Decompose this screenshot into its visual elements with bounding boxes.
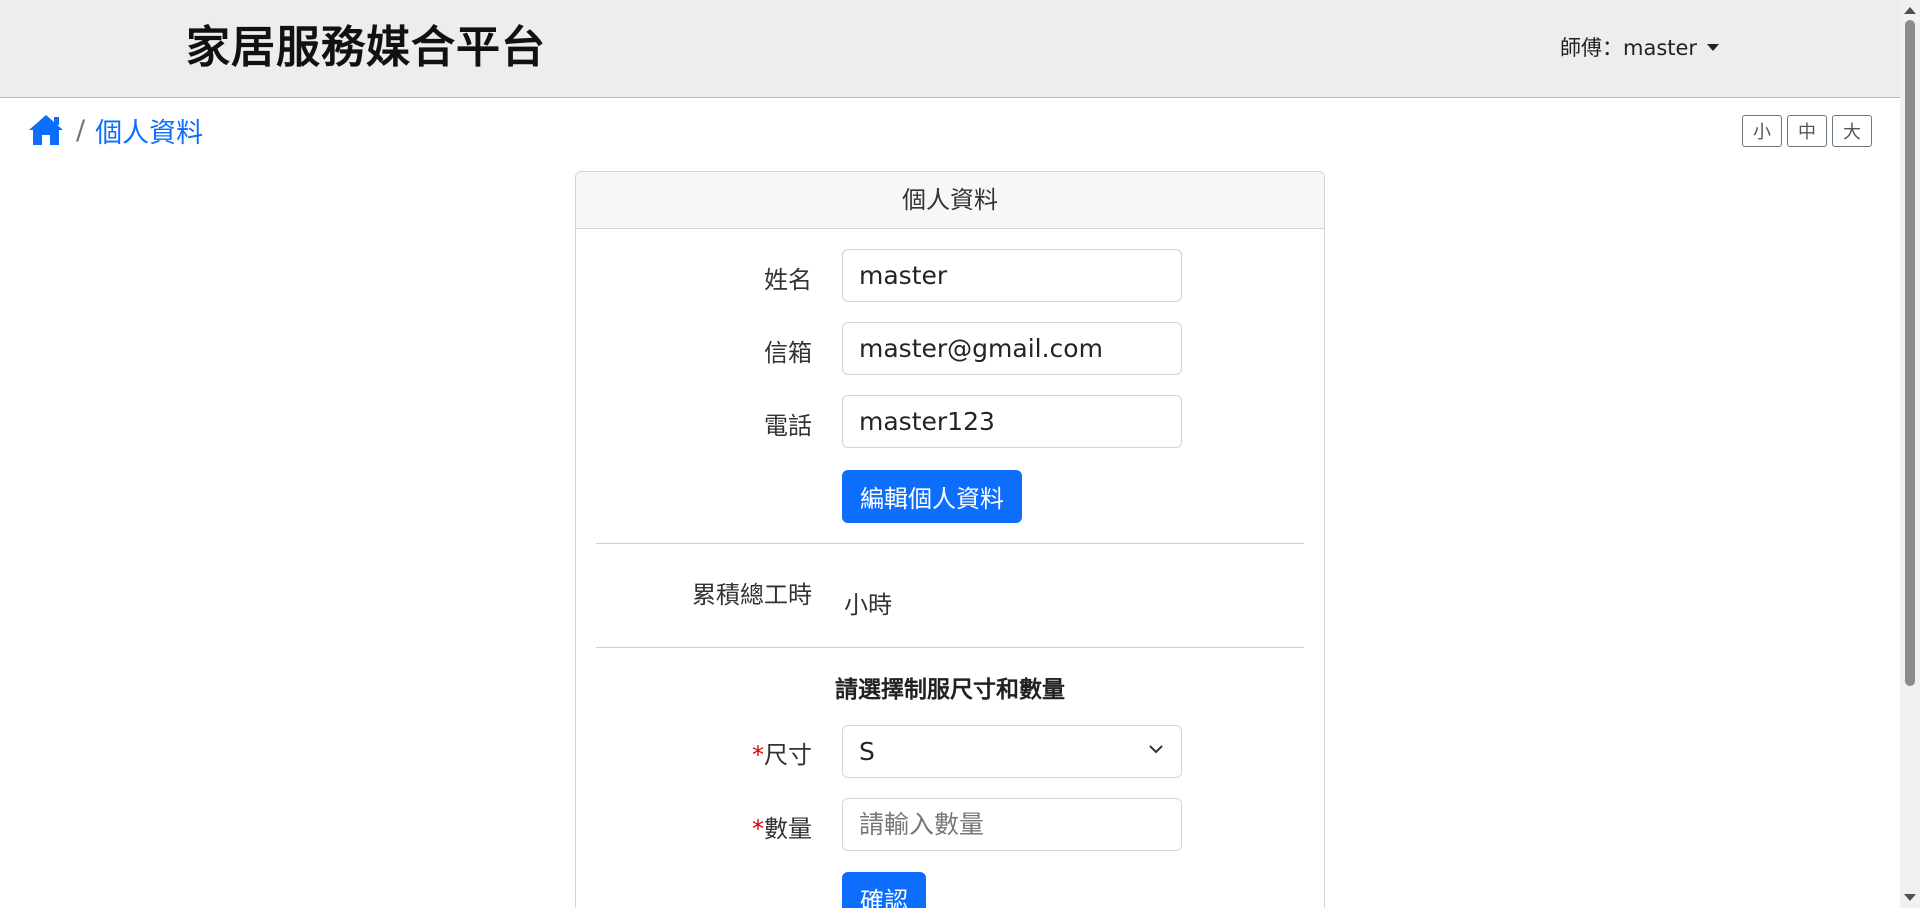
required-mark: * (752, 815, 764, 843)
user-dropdown[interactable]: 師傅：master (1560, 34, 1720, 62)
size-label-text: 尺寸 (764, 741, 812, 769)
email-field[interactable] (842, 322, 1182, 375)
scroll-down-icon[interactable] (1904, 894, 1916, 901)
home-icon[interactable] (28, 114, 64, 146)
uniform-section-title: 請選擇制服尺寸和數量 (835, 677, 1065, 703)
name-label: 姓名 (764, 266, 812, 294)
breadcrumb-separator: / (76, 114, 86, 146)
edit-profile-button[interactable]: 編輯個人資料 (842, 470, 1022, 523)
phone-label: 電話 (764, 412, 812, 440)
quantity-label: *數量 (576, 809, 812, 844)
card-header: 個人資料 (576, 172, 1324, 229)
confirm-button[interactable]: 確認 (842, 872, 926, 908)
email-label: 信箱 (764, 339, 812, 367)
work-hours-label: 累積總工時 (692, 581, 812, 609)
page-scrollbar[interactable] (1900, 0, 1920, 908)
font-size-switcher: 小 中 大 (1742, 115, 1872, 147)
profile-card: 個人資料 姓名 信箱 電話 編輯個人資料 累積總工時 小時 請選擇制服尺寸和數量… (575, 171, 1325, 908)
quantity-label-text: 數量 (764, 815, 812, 843)
navbar: 家居服務媒合平台 師傅：master (0, 0, 1900, 98)
chevron-down-icon (1149, 745, 1163, 754)
divider (596, 647, 1304, 648)
required-mark: * (752, 741, 764, 769)
quantity-input[interactable] (842, 798, 1182, 851)
user-label: 師傅：master (1560, 36, 1698, 60)
font-size-small-button[interactable]: 小 (1742, 115, 1782, 147)
scroll-up-icon[interactable] (1904, 7, 1916, 14)
font-size-medium-button[interactable]: 中 (1787, 115, 1827, 147)
divider (596, 543, 1304, 544)
breadcrumb: / 個人資料 (28, 111, 203, 150)
scrollbar-thumb[interactable] (1905, 20, 1915, 686)
phone-field[interactable] (842, 395, 1182, 448)
size-select[interactable]: S (842, 725, 1182, 778)
breadcrumb-current[interactable]: 個人資料 (95, 111, 203, 150)
caret-down-icon (1707, 43, 1720, 51)
size-label: *尺寸 (576, 735, 812, 770)
font-size-large-button[interactable]: 大 (1832, 115, 1872, 147)
brand-title[interactable]: 家居服務媒合平台 (186, 20, 546, 76)
name-field[interactable] (842, 249, 1182, 302)
size-select-value: S (859, 737, 875, 766)
work-hours-value: 小時 (844, 591, 892, 619)
